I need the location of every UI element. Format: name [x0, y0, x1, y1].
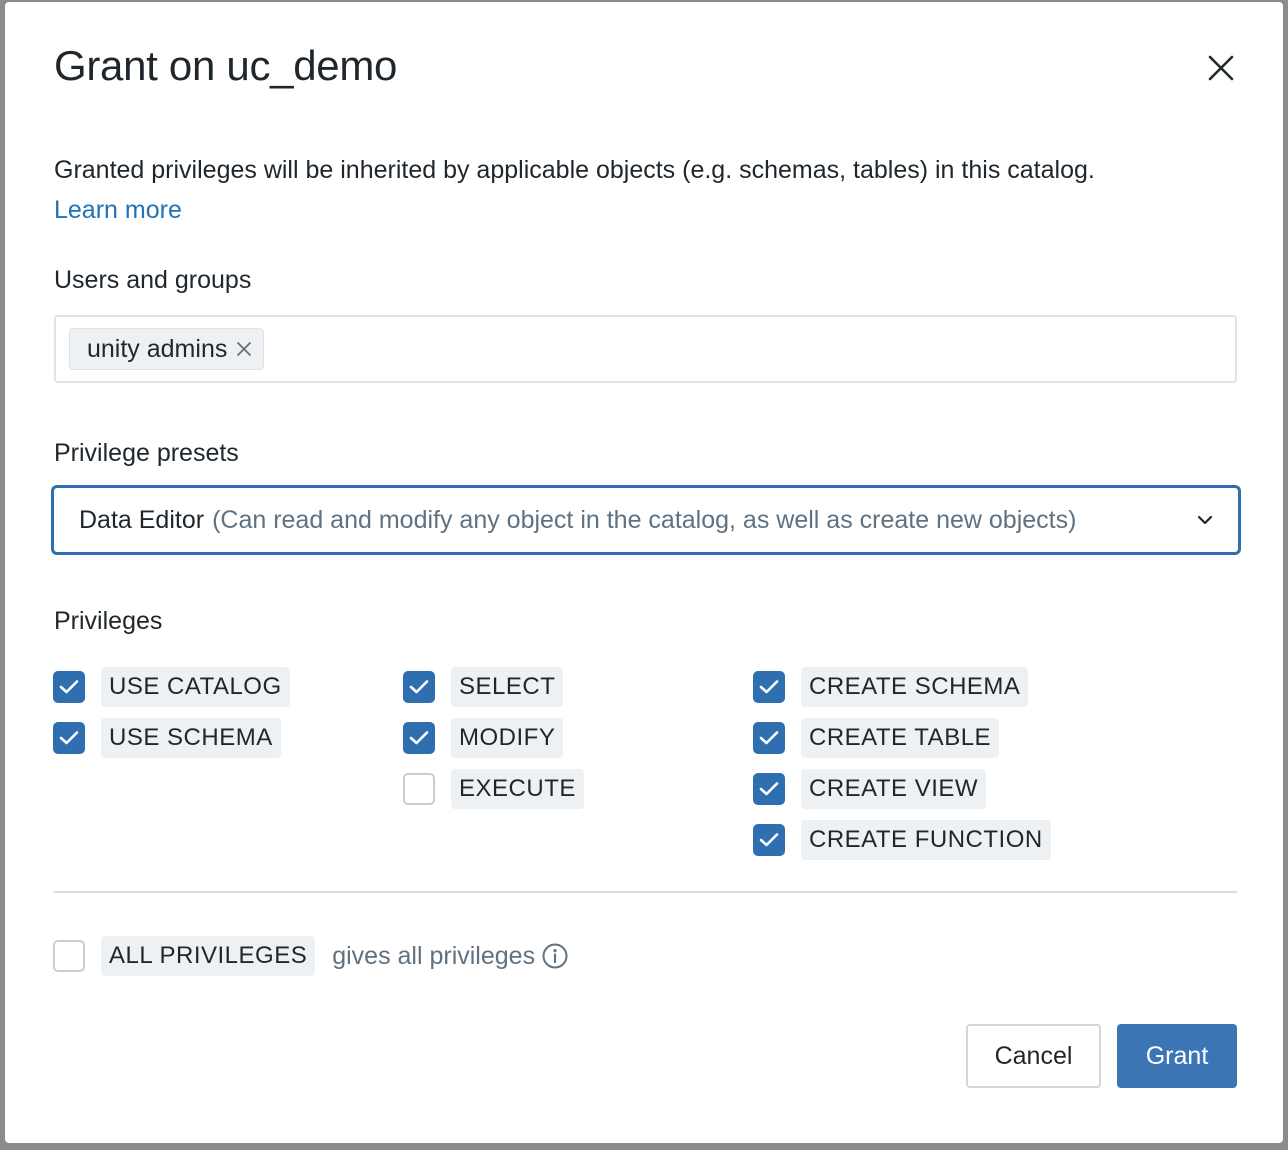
check-icon [759, 680, 779, 694]
presets-label: Privilege presets [54, 439, 239, 467]
learn-more-link[interactable]: Learn more [54, 196, 182, 224]
privilege-use-catalog[interactable]: USE CATALOG [53, 667, 290, 707]
remove-tag-icon[interactable] [237, 342, 252, 356]
check-icon [409, 731, 429, 745]
privilege-label: CREATE VIEW [801, 769, 987, 809]
users-input[interactable]: unity admins [54, 315, 1237, 383]
checkbox-unchecked[interactable] [403, 773, 435, 805]
grant-button[interactable]: Grant [1117, 1024, 1237, 1088]
privilege-create-function[interactable]: CREATE FUNCTION [753, 820, 1051, 860]
divider [54, 891, 1237, 893]
checkbox-checked[interactable] [53, 671, 85, 703]
checkbox-checked[interactable] [403, 671, 435, 703]
privilege-create-schema[interactable]: CREATE SCHEMA [753, 667, 1029, 707]
privilege-label: USE SCHEMA [101, 718, 281, 758]
privilege-label: MODIFY [451, 718, 564, 758]
cancel-button[interactable]: Cancel [966, 1024, 1101, 1088]
check-icon [759, 731, 779, 745]
check-icon [409, 680, 429, 694]
privilege-modify[interactable]: MODIFY [403, 718, 564, 758]
privilege-label: USE CATALOG [101, 667, 290, 707]
close-button[interactable] [1201, 48, 1241, 88]
privilege-label: EXECUTE [451, 769, 584, 809]
close-icon [1208, 55, 1234, 81]
preset-selected-name: Data Editor [79, 505, 205, 534]
checkbox-checked[interactable] [753, 824, 785, 856]
check-icon [59, 680, 79, 694]
privileges-label: Privileges [54, 607, 163, 635]
checkbox-checked[interactable] [753, 773, 785, 805]
privilege-preset-select[interactable]: Data Editor (Can read and modify any obj… [51, 485, 1241, 555]
privilege-label: CREATE TABLE [801, 718, 1000, 758]
user-tag-label: unity admins [87, 334, 228, 363]
check-icon [759, 782, 779, 796]
users-label: Users and groups [54, 266, 252, 294]
privilege-use-schema[interactable]: USE SCHEMA [53, 718, 281, 758]
check-icon [759, 833, 779, 847]
description-text: Granted privileges will be inherited by … [54, 156, 1095, 184]
privilege-select[interactable]: SELECT [403, 667, 564, 707]
preset-selected-description: (Can read and modify any object in the c… [212, 505, 1077, 534]
info-icon[interactable] [541, 942, 569, 970]
grant-dialog: Grant on uc_demo Granted privileges will… [5, 2, 1283, 1143]
privilege-label: CREATE SCHEMA [801, 667, 1029, 707]
privilege-create-view[interactable]: CREATE VIEW [753, 769, 987, 809]
chevron-down-icon [1196, 514, 1214, 526]
user-tag: unity admins [69, 328, 265, 370]
privilege-create-table[interactable]: CREATE TABLE [753, 718, 1000, 758]
all-privileges-label: ALL PRIVILEGES [101, 936, 316, 976]
dialog-description: Granted privileges will be inherited by … [54, 150, 1234, 230]
privilege-label: CREATE FUNCTION [801, 820, 1051, 860]
checkbox-checked[interactable] [53, 722, 85, 754]
checkbox-checked[interactable] [753, 722, 785, 754]
privilege-execute[interactable]: EXECUTE [403, 769, 584, 809]
all-privileges-row[interactable]: ALL PRIVILEGES gives all privileges [53, 936, 569, 976]
checkbox-unchecked[interactable] [53, 940, 85, 972]
checkbox-checked[interactable] [403, 722, 435, 754]
checkbox-checked[interactable] [753, 671, 785, 703]
privilege-label: SELECT [451, 667, 564, 707]
dialog-title: Grant on uc_demo [54, 42, 398, 89]
all-privileges-note: gives all privileges [332, 941, 536, 970]
check-icon [59, 731, 79, 745]
